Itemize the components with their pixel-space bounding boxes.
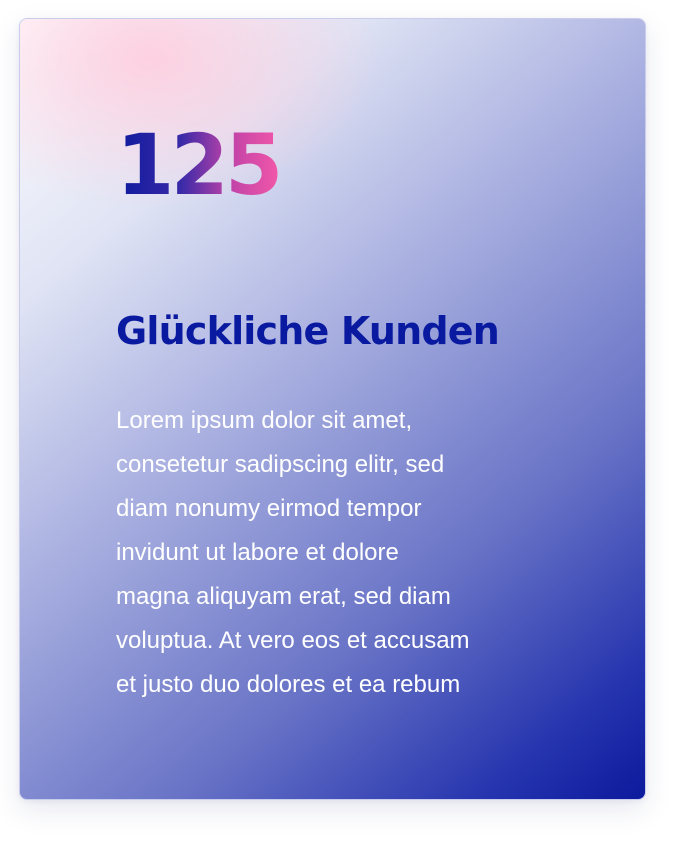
card-description: Lorem ipsum dolor sit amet, consetetur s… (116, 399, 536, 707)
card-description-line: voluptua. At vero eos et accusam (116, 627, 470, 654)
card-description-line: magna aliquyam erat, sed diam (116, 583, 451, 610)
card-title: Glückliche Kunden (116, 309, 500, 353)
card-description-line: invidunt ut labore et dolore (116, 539, 399, 566)
card-description-line: diam nonumy eirmod tempor (116, 495, 422, 522)
stat-number: 125 (116, 116, 283, 214)
card-description-line: Lorem ipsum dolor sit amet, (116, 407, 413, 434)
stat-card: 125 Glückliche Kunden Lorem ipsum dolor … (19, 18, 646, 800)
card-description-line: et justo duo dolores et ea rebum (116, 671, 461, 698)
card-description-line: consetetur sadipscing elitr, sed (116, 451, 445, 478)
